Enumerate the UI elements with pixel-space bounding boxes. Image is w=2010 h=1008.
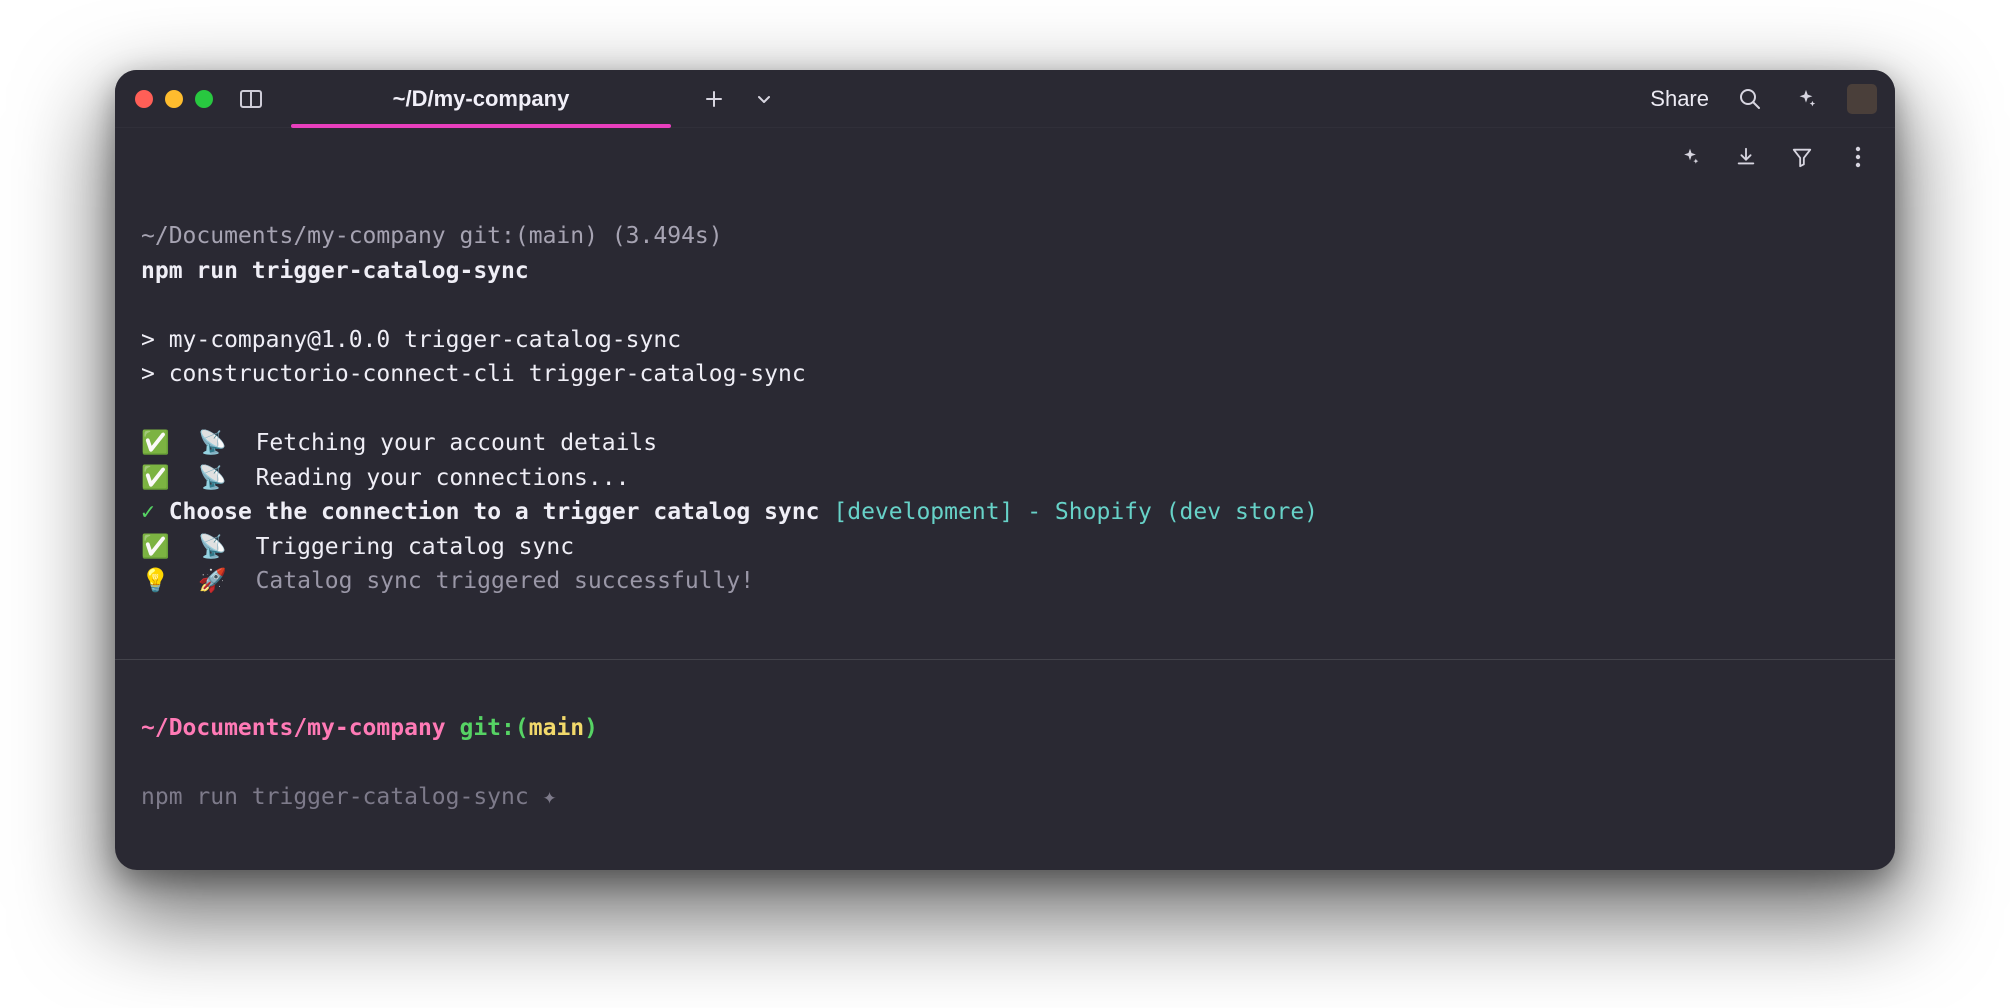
autosuggest: npm run trigger-catalog-sync ✦ bbox=[141, 784, 556, 810]
bulb-rocket-icon: 💡 🚀 bbox=[141, 567, 256, 594]
output-line: ✅ 📡 Reading your connections... bbox=[141, 465, 629, 491]
minimize-window-button[interactable] bbox=[165, 90, 183, 108]
titlebar-right-actions: Share bbox=[1650, 84, 1877, 114]
search-icon[interactable] bbox=[1735, 84, 1765, 114]
sparkle-icon: ✦ bbox=[543, 784, 557, 810]
terminal-body: ~/Documents/my-company git:(main) (3.494… bbox=[115, 128, 1895, 870]
window-controls bbox=[135, 90, 213, 108]
terminal-window: ~/D/my-company Share bbox=[115, 70, 1895, 870]
command-block-1: ~/Documents/my-company git:(main) (3.494… bbox=[115, 128, 1895, 653]
new-tab-button[interactable] bbox=[699, 84, 729, 114]
tab-title: ~/D/my-company bbox=[393, 86, 570, 112]
more-icon[interactable] bbox=[1843, 142, 1873, 172]
selected-connection: [development] - Shopify (dev store) bbox=[833, 499, 1318, 525]
titlebar: ~/D/my-company Share bbox=[115, 70, 1895, 128]
output-line: ✅ 📡 Triggering catalog sync bbox=[141, 534, 574, 560]
zoom-window-button[interactable] bbox=[195, 90, 213, 108]
prompt-line: ~/Documents/my-company git:(main) (3.494… bbox=[141, 223, 723, 249]
prompt-line: ~/Documents/my-company git:(main) bbox=[141, 715, 598, 741]
check-satellite-icon: ✅ 📡 bbox=[141, 429, 256, 456]
check-satellite-icon: ✅ 📡 bbox=[141, 464, 256, 491]
split-pane-icon[interactable] bbox=[239, 87, 263, 111]
filter-icon[interactable] bbox=[1787, 142, 1817, 172]
command-text: npm run trigger-catalog-sync bbox=[141, 258, 529, 284]
output-line: > constructorio-connect-cli trigger-cata… bbox=[141, 361, 806, 387]
download-icon[interactable] bbox=[1731, 142, 1761, 172]
avatar[interactable] bbox=[1847, 84, 1877, 114]
command-block-2[interactable]: ~/Documents/my-company git:(main) npm ru… bbox=[115, 660, 1895, 869]
block-toolbar bbox=[1675, 142, 1873, 172]
sparkle-icon[interactable] bbox=[1791, 84, 1821, 114]
tab-dropdown-button[interactable] bbox=[749, 84, 779, 114]
share-button[interactable]: Share bbox=[1650, 86, 1709, 112]
output-line: > my-company@1.0.0 trigger-catalog-sync bbox=[141, 327, 681, 353]
tab-actions bbox=[699, 84, 779, 114]
ai-sparkle-icon[interactable] bbox=[1675, 142, 1705, 172]
output-line: ✅ 📡 Fetching your account details bbox=[141, 430, 657, 456]
check-satellite-icon: ✅ 📡 bbox=[141, 533, 256, 560]
output-line: 💡 🚀 Catalog sync triggered successfully! bbox=[141, 568, 754, 594]
output-line: ✓ Choose the connection to a trigger cat… bbox=[141, 499, 1318, 525]
close-window-button[interactable] bbox=[135, 90, 153, 108]
checkmark-icon: ✓ bbox=[141, 499, 169, 525]
tab-active[interactable]: ~/D/my-company bbox=[291, 70, 671, 128]
